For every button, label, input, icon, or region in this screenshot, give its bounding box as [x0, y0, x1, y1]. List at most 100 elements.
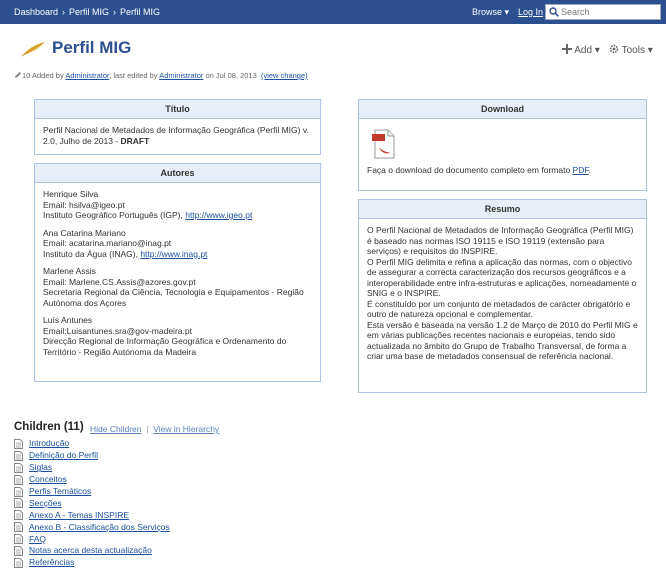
search-input[interactable]	[561, 6, 657, 18]
child-page-item: Introdução	[14, 438, 170, 450]
author-email: Email: Marlene.CS.Assis@azores.gov.pt	[43, 276, 196, 287]
page-icon	[14, 510, 23, 521]
child-page-link[interactable]: Secções	[29, 498, 62, 509]
child-page-link[interactable]: Conceitos	[29, 474, 67, 485]
breadcrumb-separator: ›	[62, 7, 66, 17]
edit-date: on Jul 08, 2013	[203, 71, 257, 80]
resumo-paragraph: Esta versão é baseada na versão 1.2 de M…	[367, 319, 638, 362]
page-icon	[14, 534, 23, 545]
page-icon	[14, 522, 23, 533]
author-email: Email: hsilva@igeo.pt	[43, 199, 125, 210]
author-name: Ana Catarina Mariano	[43, 227, 126, 238]
resumo-paragraph: O Perfil MIG delimita e refina a aplicaç…	[367, 256, 637, 299]
resumo-panel: Resumo O Perfil Nacional de Metadados de…	[358, 199, 647, 393]
add-icon	[562, 44, 572, 54]
download-header: Download	[359, 100, 646, 119]
autores-header: Autores	[35, 164, 320, 183]
version-added-text: 10 Added by	[22, 71, 66, 80]
page-icon	[14, 486, 23, 497]
children-title: Children (11)	[14, 421, 84, 433]
login-link[interactable]: Log In	[518, 7, 543, 17]
search-icon	[549, 7, 559, 17]
author-entry: Henrique Silva Email: hsilva@igeo.pt Ins…	[43, 189, 312, 221]
author-entry: Luís Antunes Email:Luisantunes.sra@gov-m…	[43, 315, 312, 357]
editor-link[interactable]: Administrator	[159, 71, 203, 80]
resumo-paragraph: O Perfil Nacional de Metadados de Inform…	[367, 225, 634, 256]
child-page-link[interactable]: Perfis Temáticos	[29, 486, 91, 497]
child-page-link[interactable]: Anexo B - Classificação dos Serviços	[29, 522, 170, 533]
child-page-item: Secções	[14, 497, 170, 509]
child-page-link[interactable]: Siglas	[29, 462, 52, 473]
page-icon	[14, 474, 23, 485]
author-link[interactable]: Administrator	[65, 71, 109, 80]
author-entry: Marlene Assis Email: Marlene.CS.Assis@az…	[43, 266, 312, 308]
page-icon	[14, 498, 23, 509]
gear-icon	[609, 44, 619, 54]
author-email: Email: acatarina.mariano@inag.pt	[43, 238, 172, 248]
children-list: Introdução Definição do Perfil Siglas Co…	[14, 438, 170, 569]
hide-children-link[interactable]: Hide Children	[90, 424, 142, 434]
pdf-download-link[interactable]: PDF	[573, 165, 589, 175]
child-page-link[interactable]: Notas acerca desta actualização	[29, 545, 152, 556]
pdf-file-icon[interactable]	[372, 129, 396, 159]
pencil-icon	[15, 72, 21, 78]
page-icon	[14, 545, 23, 556]
resumo-header: Resumo	[359, 200, 646, 219]
child-page-link[interactable]: Referências	[29, 557, 74, 568]
author-entry: Ana Catarina Mariano Email: acatarina.ma…	[43, 228, 312, 260]
feather-logo-icon	[21, 42, 45, 57]
download-text: Faça o download do documento completo em…	[367, 165, 591, 175]
breadcrumb-page[interactable]: Perfil MIG	[120, 7, 160, 17]
child-page-item: Definição do Perfil	[14, 450, 170, 462]
author-email: Email:Luisantunes.sra@gov-madeira.pt	[43, 325, 192, 336]
view-in-hierarchy-link[interactable]: View in Hierarchy	[153, 424, 219, 434]
child-page-item: FAQ	[14, 533, 170, 545]
tools-menu-label: Tools ▾	[621, 45, 653, 56]
child-page-item: Referências	[14, 557, 170, 569]
titulo-panel: Título Perfil Nacional de Metadados de I…	[34, 99, 321, 155]
children-actions-divider: |	[146, 424, 149, 434]
top-nav-bar: Dashboard › Perfil MIG › Perfil MIG Browse ▾…	[0, 0, 666, 24]
breadcrumb-separator: ›	[113, 7, 117, 17]
titulo-header: Título	[35, 100, 320, 119]
child-page-item: Anexo B - Classificação dos Serviços	[14, 521, 170, 533]
titulo-text: Perfil Nacional de Metadados de Informaç…	[43, 125, 309, 146]
page-metadata: 10 Added by Administrator, last edited b…	[14, 71, 308, 80]
breadcrumb-dashboard[interactable]: Dashboard	[14, 7, 58, 17]
browse-menu[interactable]: Browse ▾	[472, 7, 509, 18]
child-page-item: Siglas	[14, 462, 170, 474]
author-org: Secretaria Regional da Ciência, Tecnolog…	[43, 287, 304, 308]
author-org: Instituto Geográfico Português (IGP), ht…	[43, 210, 253, 220]
author-url-link[interactable]: http://www.inag.pt	[140, 249, 207, 259]
add-menu-label: Add ▾	[574, 45, 600, 56]
page-icon	[14, 462, 23, 473]
page-icon	[14, 450, 23, 461]
resumo-paragraph: É constituído por um conjunto de metadad…	[367, 298, 631, 320]
breadcrumb-space[interactable]: Perfil MIG	[69, 7, 109, 17]
page-icon	[14, 557, 23, 568]
child-page-link[interactable]: Definição do Perfil	[29, 450, 98, 461]
author-org: Direcção Regional de Informação Geográfi…	[43, 336, 287, 357]
download-panel: Download Faça o download do documento co…	[358, 99, 647, 191]
breadcrumb: Dashboard › Perfil MIG › Perfil MIG	[14, 7, 160, 17]
edited-text: , last edited by	[109, 71, 160, 80]
author-name: Henrique Silva	[43, 189, 99, 199]
child-page-link[interactable]: Anexo A - Temas INSPIRE	[29, 510, 129, 521]
child-page-link[interactable]: FAQ	[29, 534, 46, 545]
author-org: Instituto da Água (INAG), http://www.ina…	[43, 248, 208, 259]
search-box[interactable]	[545, 4, 661, 20]
child-page-link[interactable]: Introdução	[29, 438, 69, 449]
tools-menu-button[interactable]: Tools ▾	[609, 44, 653, 56]
child-page-item: Anexo A - Temas INSPIRE	[14, 509, 170, 521]
author-url-link[interactable]: http://www.igeo.pt	[185, 210, 252, 220]
author-name: Marlene Assis	[43, 266, 96, 276]
draft-label: DRAFT	[120, 135, 150, 146]
page-icon	[14, 438, 23, 449]
child-page-item: Notas acerca desta actualização	[14, 545, 170, 557]
add-menu-button[interactable]: Add ▾	[562, 44, 600, 56]
child-page-item: Perfis Temáticos	[14, 486, 170, 498]
autores-panel: Autores Henrique Silva Email: hsilva@ige…	[34, 163, 321, 382]
page-title: Perfil MIG	[52, 38, 132, 57]
child-page-item: Conceitos	[14, 474, 170, 486]
view-change-link[interactable]: (view change)	[261, 71, 308, 80]
